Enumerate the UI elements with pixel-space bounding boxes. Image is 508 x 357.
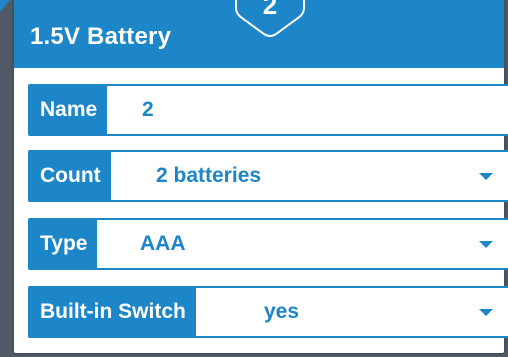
name-label: Name: [30, 86, 108, 134]
count-dropdown[interactable]: Count 2 batteries: [28, 150, 508, 202]
type-label: Type: [30, 220, 98, 268]
type-value[interactable]: AAA: [140, 220, 186, 268]
component-number: 2: [262, 0, 278, 20]
type-dropdown[interactable]: Type AAA: [28, 218, 508, 270]
switch-label: Built-in Switch: [30, 288, 196, 336]
corner-marker: [0, 0, 10, 12]
count-label: Count: [30, 152, 111, 200]
component-number-tab: 2: [232, 0, 308, 40]
switch-value[interactable]: yes: [264, 288, 299, 336]
switch-dropdown[interactable]: Built-in Switch yes: [28, 286, 508, 338]
count-value[interactable]: 2 batteries: [156, 152, 261, 200]
name-field[interactable]: Name 2: [28, 84, 508, 136]
battery-properties-panel: 1.5V Battery 2 Name 2 Count 2 batteries …: [14, 0, 508, 353]
chevron-down-icon[interactable]: [479, 173, 493, 180]
name-value[interactable]: 2: [142, 86, 154, 134]
chevron-down-icon[interactable]: [479, 309, 493, 316]
panel-title: 1.5V Battery: [30, 23, 172, 50]
chevron-down-icon[interactable]: [479, 241, 493, 248]
